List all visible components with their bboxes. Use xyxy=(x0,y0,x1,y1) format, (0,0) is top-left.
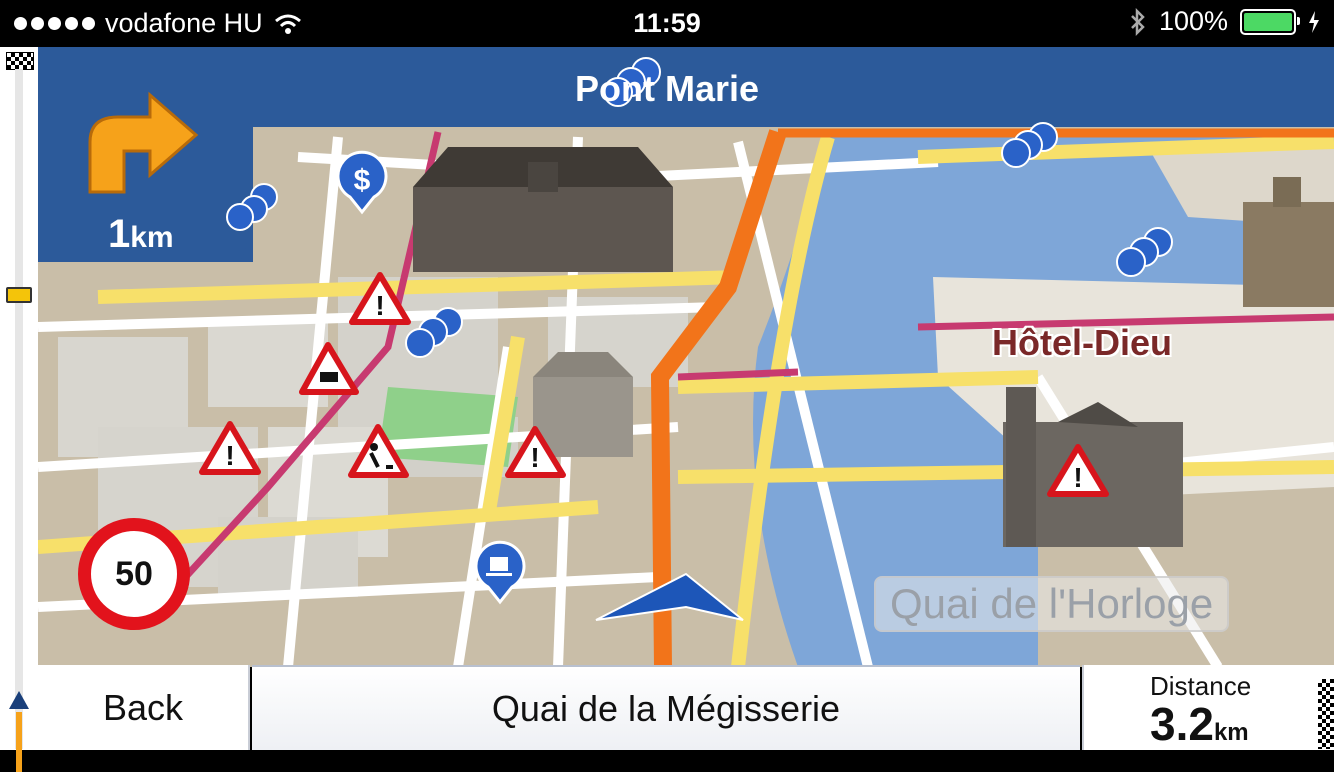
progress-traveled xyxy=(16,712,22,772)
hotel-de-ville-building xyxy=(413,147,673,272)
traffic-warning-icon xyxy=(320,372,338,382)
svg-text:!: ! xyxy=(530,442,539,473)
svg-text:!: ! xyxy=(225,440,234,471)
charging-icon xyxy=(1309,10,1319,33)
battery-icon xyxy=(1240,8,1300,35)
chatelet-theatre-building xyxy=(533,352,633,457)
svg-text:$: $ xyxy=(354,164,371,197)
distance-readout: 3.2km xyxy=(1150,697,1249,751)
distance-panel[interactable]: Distance 3.2km xyxy=(1082,665,1334,750)
distance-unit: km xyxy=(1213,719,1249,746)
position-arrow-icon xyxy=(9,691,29,709)
turn-distance-value: 1 xyxy=(108,212,131,256)
current-street-name[interactable]: Quai de la Mégisserie xyxy=(252,665,1080,750)
speed-limit-sign: 50 xyxy=(78,518,190,630)
progress-track xyxy=(15,69,23,749)
bottom-bar: Back Quai de la Mégisserie Distance 3.2k… xyxy=(38,665,1334,750)
bluetooth-icon xyxy=(1131,7,1145,36)
warning-icon: ! xyxy=(375,290,384,321)
street-label: Quai de l'Horloge xyxy=(874,576,1230,632)
status-right: 100% xyxy=(1129,6,1320,37)
signal-strength-icon xyxy=(14,17,95,30)
carrier-name: vodafone HU xyxy=(105,8,263,38)
wifi-icon xyxy=(274,14,301,34)
svg-text:!: ! xyxy=(1073,462,1082,493)
back-button[interactable]: Back xyxy=(38,665,250,750)
finish-flag-icon xyxy=(1318,679,1334,749)
next-street-name: Pont Marie xyxy=(574,68,760,109)
distance-value: 3.2 xyxy=(1150,698,1214,750)
destination-flag-icon xyxy=(6,52,34,70)
turn-distance: 1km xyxy=(108,212,174,257)
turn-distance-unit: km xyxy=(130,221,174,254)
battery-percent: 100% xyxy=(1158,6,1228,36)
carrier-info: vodafone HU xyxy=(14,8,303,39)
landmark-label: Hôtel-Dieu xyxy=(992,322,1172,363)
progress-marker xyxy=(6,287,32,303)
status-bar: vodafone HU 11:59 100% xyxy=(0,0,1334,47)
route-progress-rail xyxy=(0,47,38,772)
